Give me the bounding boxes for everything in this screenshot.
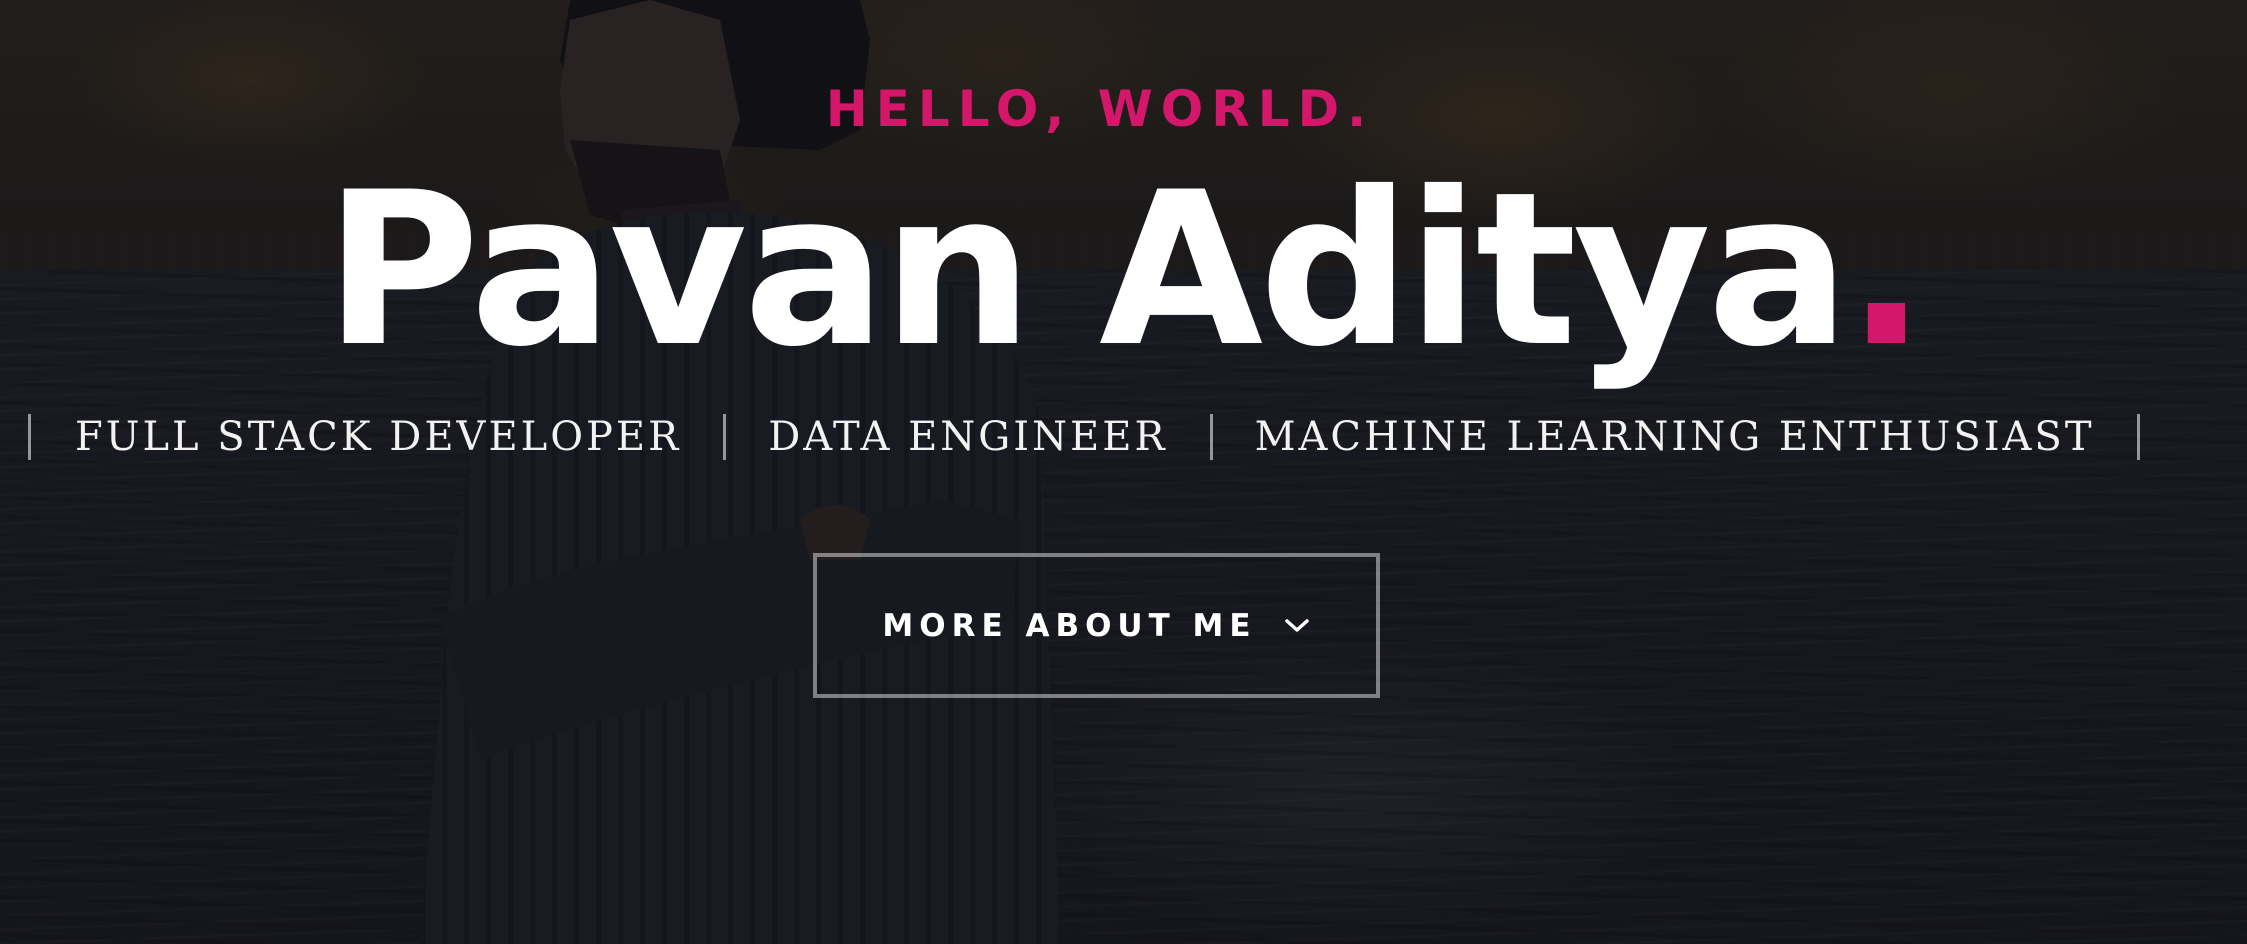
hero-name-accent-dot: . bbox=[1846, 146, 1927, 393]
roles-list: FULL STACK DEVELOPER DATA ENGINEER MACHI… bbox=[28, 402, 2228, 472]
hero-content: HELLO, WORLD. Pavan Aditya. FULL STACK D… bbox=[0, 0, 2247, 944]
role-item: DATA ENGINEER bbox=[768, 414, 1168, 460]
more-about-me-label: MORE ABOUT ME bbox=[882, 607, 1257, 644]
role-divider bbox=[2136, 414, 2140, 460]
chevron-down-icon bbox=[1283, 612, 1311, 640]
role-item: FULL STACK DEVELOPER bbox=[75, 414, 682, 460]
hero-name: Pavan Aditya. bbox=[0, 150, 2247, 390]
hero-section: HELLO, WORLD. Pavan Aditya. FULL STACK D… bbox=[0, 0, 2247, 944]
greeting-text: HELLO, WORLD. bbox=[825, 80, 1375, 138]
hero-name-text: Pavan Aditya bbox=[324, 146, 1850, 393]
role-item: MACHINE LEARNING ENTHUSIAST bbox=[1254, 414, 2095, 460]
more-about-me-button[interactable]: MORE ABOUT ME bbox=[813, 553, 1380, 698]
